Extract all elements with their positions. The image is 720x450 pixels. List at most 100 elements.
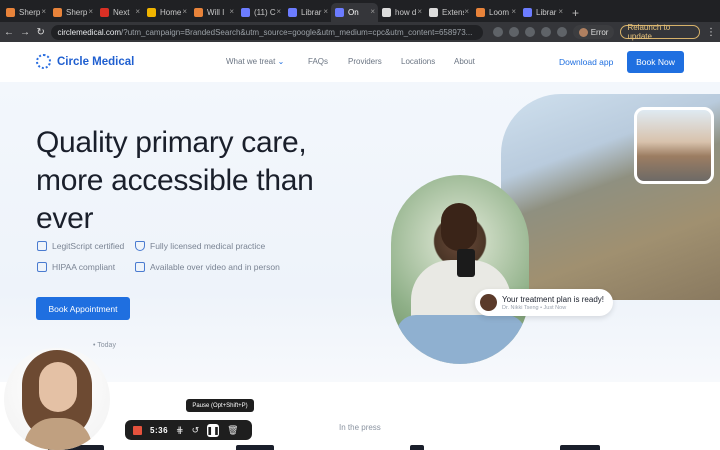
doctor-avatar — [480, 294, 497, 311]
tab-favicon-icon — [147, 8, 156, 17]
person-icon — [135, 262, 145, 272]
extension-icon[interactable] — [524, 27, 535, 37]
webcam-face — [39, 362, 77, 412]
close-tab-icon[interactable]: × — [276, 7, 281, 16]
relaunch-button[interactable]: Relaunch to update — [620, 23, 700, 41]
sidebar-icon[interactable] — [556, 27, 567, 37]
tab-strip: Sherp × Sherp × Next × Home × Will I × (11) Cl × Lib… — [0, 0, 720, 22]
tab-favicon-icon — [100, 8, 109, 17]
close-tab-icon[interactable]: × — [88, 7, 93, 16]
browser-tab[interactable]: Extens× — [425, 3, 472, 22]
download-app-link[interactable]: Download app — [559, 57, 613, 67]
browser-tab[interactable]: Home × — [143, 3, 190, 22]
notification-subtitle: Dr. Nikki Tseng • Just Now — [502, 304, 567, 311]
nav-providers[interactable]: Providers — [348, 57, 401, 66]
notification-title: Your treatment plan is ready! — [502, 294, 604, 304]
tab-title: Home — [160, 8, 182, 17]
headline-line: ever — [36, 202, 94, 235]
browser-tab[interactable]: (11) Cl × — [237, 3, 284, 22]
close-tab-icon[interactable]: × — [135, 7, 140, 16]
press-logo — [410, 445, 424, 450]
back-button[interactable]: ← — [4, 27, 14, 38]
feature-licensed: Fully licensed medical practice — [135, 241, 265, 251]
headline-line: more accessible than — [36, 164, 314, 197]
address-host: circlemedical.com — [57, 27, 122, 37]
google-icon[interactable] — [492, 27, 503, 37]
feature-hipaa: HIPAA compliant — [37, 262, 115, 272]
grid-icon[interactable]: ⋕ — [176, 425, 184, 436]
browser-tab[interactable]: Sherp × — [2, 3, 49, 22]
address-path: /?utm_campaign=BrandedSearch&utm_source=… — [121, 27, 473, 37]
tab-favicon-icon — [288, 8, 297, 17]
in-the-press-label: In the press — [339, 423, 381, 432]
press-logos — [0, 445, 720, 450]
recording-controls: 5:36 ⋕ ↺ ❚❚ 🗑 — [125, 420, 252, 440]
close-tab-icon[interactable]: × — [558, 7, 563, 16]
browser-tab[interactable]: Next × — [96, 3, 143, 22]
browser-tab[interactable]: how d × — [378, 3, 425, 22]
tab-favicon-icon — [523, 8, 532, 17]
profile-error-button[interactable]: Error — [572, 25, 615, 39]
close-tab-icon[interactable]: × — [182, 7, 187, 16]
close-tab-icon[interactable]: × — [464, 7, 469, 16]
nav-about[interactable]: About — [454, 57, 494, 66]
tag-icon — [37, 241, 47, 251]
hero-headline: Quality primary care, more accessible th… — [36, 124, 336, 238]
tab-favicon-icon — [241, 8, 250, 17]
browser-tab[interactable]: Will I × — [190, 3, 237, 22]
tab-title: Librar — [301, 8, 322, 17]
address-bar[interactable]: circlemedical.com/?utm_campaign=BrandedS… — [51, 24, 483, 40]
tab-title: On — [348, 8, 359, 17]
close-tab-icon[interactable]: × — [323, 7, 328, 16]
nav-what-we-treat[interactable]: What we treat ⌄ — [226, 57, 308, 66]
extension-icons — [492, 27, 567, 37]
stop-recording-button[interactable] — [133, 425, 142, 435]
book-appointment-button[interactable]: Book Appointment — [36, 297, 130, 320]
close-tab-icon[interactable]: × — [370, 7, 375, 16]
close-tab-icon[interactable]: × — [41, 7, 46, 16]
feature-video: Available over video and in person — [135, 262, 280, 272]
nav-locations[interactable]: Locations — [401, 57, 454, 66]
book-now-button[interactable]: Book Now — [627, 51, 684, 73]
bookmark-icon[interactable] — [508, 27, 519, 37]
chevron-down-icon: ⌄ — [277, 57, 285, 66]
browser-tab[interactable]: Loom × — [472, 3, 519, 22]
feature-label: HIPAA compliant — [52, 262, 116, 272]
browser-tab[interactable]: Librar × — [284, 3, 331, 22]
tab-title: Extens — [442, 8, 464, 17]
press-logo — [236, 445, 274, 450]
close-tab-icon[interactable]: × — [229, 7, 234, 16]
feature-legitscript: LegitScript certified — [37, 241, 124, 251]
close-tab-icon[interactable]: × — [511, 7, 516, 16]
close-tab-icon[interactable]: × — [417, 7, 422, 16]
feature-label: LegitScript certified — [52, 241, 125, 251]
nav-faqs[interactable]: FAQs — [308, 57, 348, 66]
browser-tab[interactable]: Librar × — [519, 3, 566, 22]
trash-icon[interactable]: 🗑 — [227, 425, 238, 436]
restart-icon[interactable]: ↺ — [192, 425, 200, 436]
person-head — [441, 203, 477, 251]
webcam-bubble[interactable] — [4, 348, 110, 450]
new-tab-button[interactable]: + — [572, 3, 579, 22]
site-logo[interactable]: Circle Medical — [36, 54, 134, 69]
browser-tab[interactable]: On × — [331, 3, 378, 22]
tab-favicon-icon — [335, 8, 344, 17]
patient-photo — [391, 175, 529, 364]
shield-icon — [135, 241, 145, 251]
tab-favicon-icon — [429, 8, 438, 17]
forward-button[interactable]: → — [20, 27, 30, 38]
puzzle-icon[interactable] — [540, 27, 551, 37]
today-label: • Today — [93, 342, 116, 349]
circle-logo-icon — [36, 54, 51, 69]
browser-toolbar: ← → ↻ circlemedical.com/?utm_campaign=Br… — [0, 22, 720, 42]
more-menu-icon[interactable]: ⋮ — [706, 27, 716, 38]
tab-title: Will I — [207, 8, 225, 17]
headline-line: Quality primary care, — [36, 126, 307, 159]
browser-tab[interactable]: Sherp × — [49, 3, 96, 22]
clinic-building-photo — [634, 107, 714, 184]
pause-button[interactable]: ❚❚ — [206, 423, 220, 437]
reload-button[interactable]: ↻ — [36, 27, 45, 38]
tab-title: Next — [113, 8, 130, 17]
tab-title: how d — [395, 8, 417, 17]
avatar — [578, 27, 588, 37]
